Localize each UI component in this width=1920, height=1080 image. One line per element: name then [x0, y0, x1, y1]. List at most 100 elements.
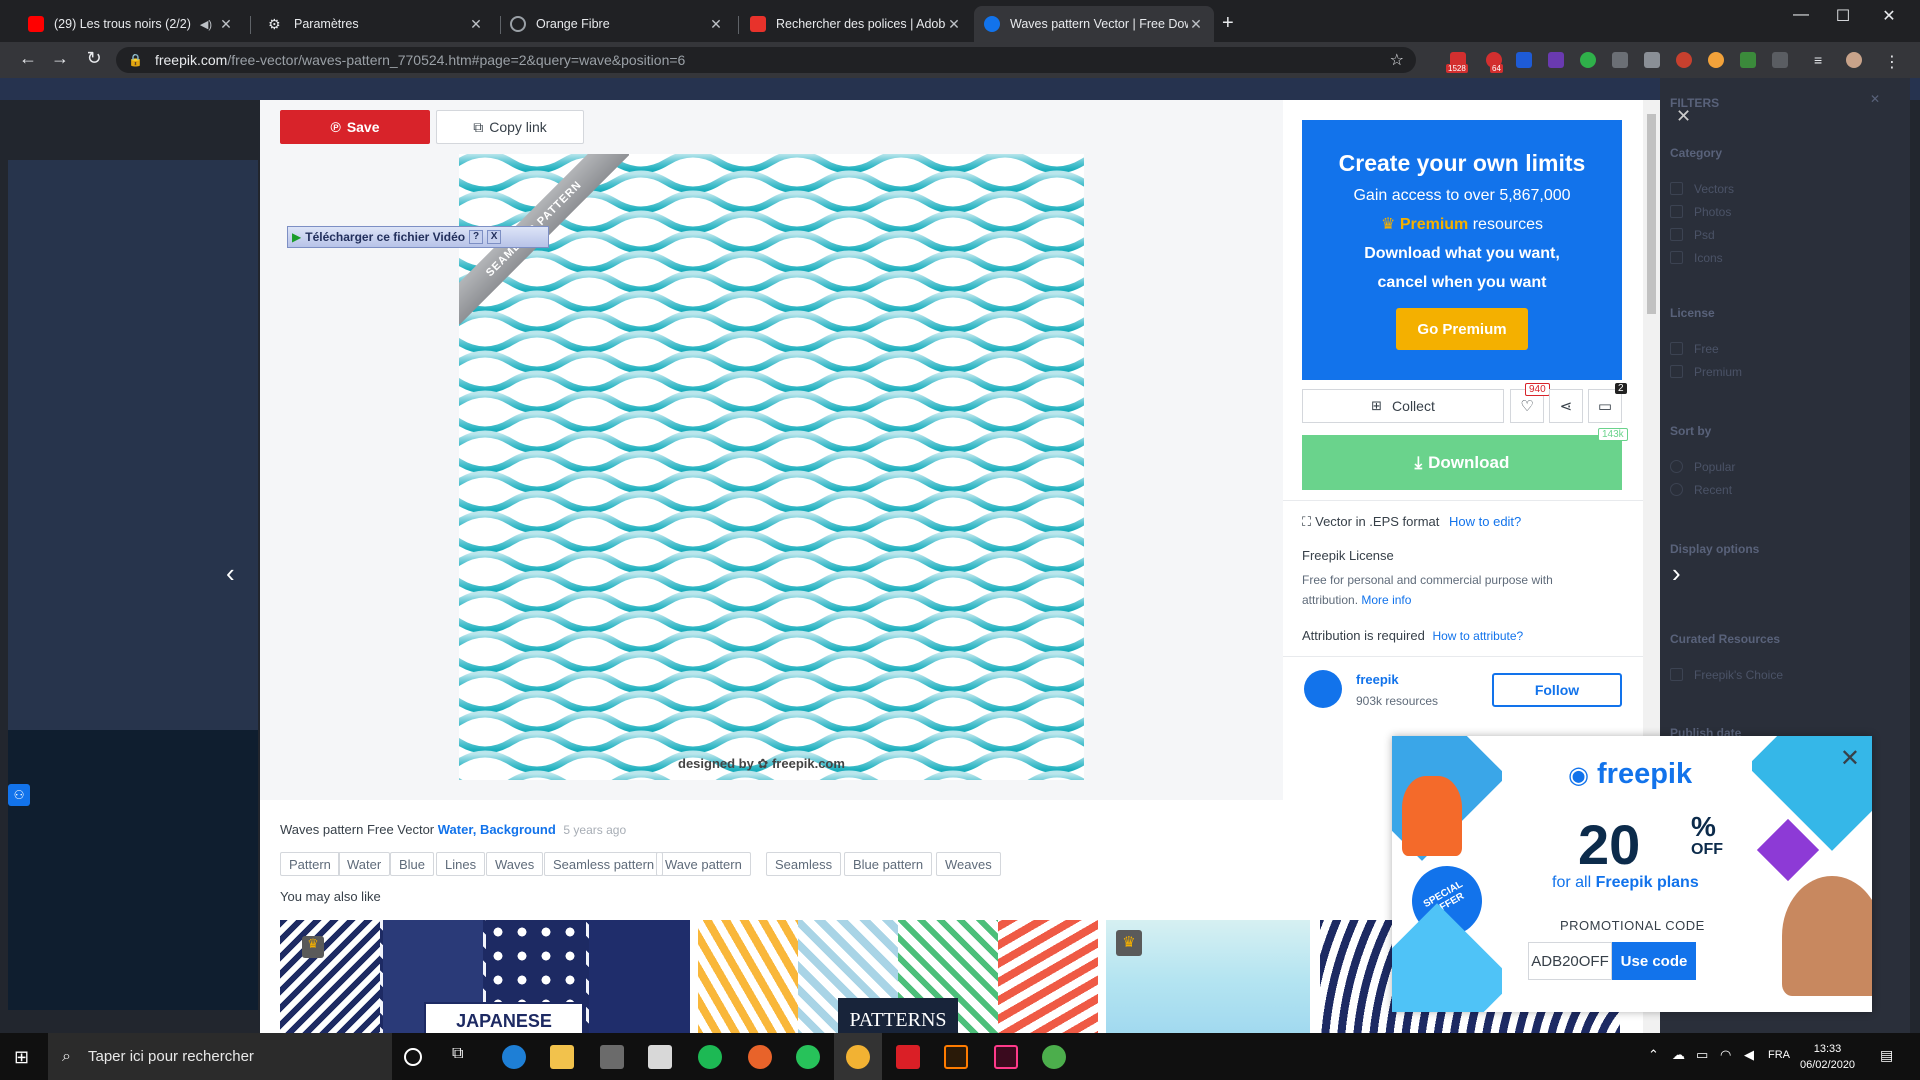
tag[interactable]: Blue pattern	[844, 852, 933, 876]
windows-start-icon[interactable]: ⊞	[14, 1047, 29, 1068]
mail-icon[interactable]	[648, 1045, 672, 1069]
xbox-icon[interactable]	[796, 1045, 820, 1069]
close-button[interactable]: X	[487, 230, 502, 244]
onedrive-icon[interactable]: ☁	[1672, 1047, 1685, 1063]
radio[interactable]	[1670, 460, 1683, 473]
maximize-button[interactable]: ☐	[1820, 6, 1866, 26]
notifications-icon[interactable]: ▤	[1880, 1047, 1893, 1064]
store-icon[interactable]	[600, 1045, 624, 1069]
wifi-icon[interactable]: ◠	[1720, 1047, 1731, 1063]
edge-icon[interactable]	[502, 1045, 526, 1069]
share-button[interactable]: ⋖	[1549, 389, 1583, 423]
tag[interactable]: Water	[338, 852, 391, 876]
next-arrow-icon[interactable]: ›	[1672, 558, 1681, 589]
close-tab-icon[interactable]: ✕	[708, 16, 724, 33]
promo-code-field[interactable]: ADB20OFF	[1528, 942, 1612, 980]
help-button[interactable]: ?	[469, 230, 484, 244]
illustrator-icon[interactable]	[944, 1045, 968, 1069]
checkbox[interactable]	[1670, 251, 1683, 264]
category-link-water[interactable]: Water	[438, 822, 473, 837]
filter-sort-heading[interactable]: Sort by	[1670, 424, 1711, 438]
tag[interactable]: Lines	[436, 852, 486, 876]
radio[interactable]	[1670, 483, 1683, 496]
speed-extension-icon[interactable]	[1740, 52, 1756, 68]
chrome-extension-icon[interactable]	[1708, 52, 1724, 68]
blue-extension-icon[interactable]	[1516, 52, 1532, 68]
chrome-icon[interactable]	[846, 1045, 870, 1069]
more-info-link[interactable]: More info	[1361, 593, 1411, 607]
close-tab-icon[interactable]: ✕	[946, 16, 962, 33]
clock[interactable]: 13:33 06/02/2020	[1800, 1041, 1855, 1073]
related-thumb-patterns[interactable]: PATTERNS	[698, 920, 1098, 1033]
close-tab-icon[interactable]: ✕	[468, 16, 484, 33]
volume-icon[interactable]: ◀	[1744, 1047, 1754, 1063]
previous-arrow-icon[interactable]: ‹	[226, 558, 235, 589]
spotify-icon[interactable]	[698, 1045, 722, 1069]
checkbox[interactable]	[1670, 668, 1683, 681]
filter-license-heading[interactable]: License	[1670, 306, 1715, 320]
back-button[interactable]: ←	[16, 48, 40, 69]
checkbox[interactable]	[1670, 182, 1683, 195]
color-extension-icon[interactable]	[1676, 52, 1692, 68]
checkbox[interactable]	[1670, 342, 1683, 355]
indesign-icon[interactable]	[994, 1045, 1018, 1069]
tab-orange[interactable]: Orange Fibre ✕	[500, 6, 734, 42]
facebook-extension-icon[interactable]	[1644, 52, 1660, 68]
video-download-bar[interactable]: ▶ Télécharger ce fichier Vidéo ? X	[287, 226, 549, 248]
tag[interactable]: Seamless	[766, 852, 842, 876]
how-to-edit-link[interactable]: How to edit?	[1449, 514, 1521, 529]
how-to-attribute-link[interactable]: How to attribute?	[1432, 629, 1523, 643]
minimize-button[interactable]: —	[1778, 6, 1824, 24]
author-avatar[interactable]	[1304, 670, 1342, 708]
battery-icon[interactable]: ▭	[1696, 1047, 1708, 1063]
tab-settings[interactable]: ⚙ Paramètres ✕	[258, 6, 494, 42]
copy-link-button[interactable]: ⧉ Copy link	[436, 110, 584, 144]
close-tab-icon[interactable]: ✕	[1188, 16, 1204, 33]
tab-freepik[interactable]: Waves pattern Vector | Free Dow ✕	[974, 6, 1214, 42]
side-widget-icon[interactable]: ⚇	[8, 784, 30, 806]
filters-close-icon[interactable]: ✕	[1870, 92, 1880, 106]
tab-youtube[interactable]: (29) Les trous noirs (2/2) - 4 ◀) ✕	[18, 6, 244, 42]
comments-button[interactable]: ▭	[1588, 389, 1622, 423]
filter-category-heading[interactable]: Category	[1670, 146, 1722, 160]
audio-icon[interactable]: ◀)	[200, 18, 212, 31]
forward-button[interactable]: →	[48, 48, 72, 69]
taskbar-search[interactable]: ⌕ Taper ici pour rechercher	[48, 1033, 392, 1080]
related-thumb-japanese[interactable]: ♛ JAPANESE	[280, 920, 690, 1033]
use-code-button[interactable]: Use code	[1612, 942, 1696, 980]
tab-adobe-fonts[interactable]: Rechercher des polices | Adobe F ✕	[740, 6, 972, 42]
follow-button[interactable]: Follow	[1492, 673, 1622, 707]
green-extension-icon[interactable]	[1580, 52, 1596, 68]
creative-cloud-icon[interactable]	[896, 1045, 920, 1069]
shield-extension-icon[interactable]	[1612, 52, 1628, 68]
filter-curated-heading[interactable]: Curated Resources	[1670, 632, 1780, 646]
tray-chevron-icon[interactable]: ⌃	[1648, 1047, 1659, 1063]
cortana-icon[interactable]	[404, 1048, 422, 1066]
explorer-icon[interactable]	[550, 1045, 574, 1069]
reload-button[interactable]: ↻	[82, 48, 106, 69]
go-premium-button[interactable]: Go Premium	[1396, 308, 1528, 350]
menu-icon[interactable]: ⋮	[1884, 52, 1900, 71]
filter-display-heading[interactable]: Display options	[1670, 542, 1759, 556]
tag[interactable]: Pattern	[280, 852, 340, 876]
language-indicator[interactable]: FRA	[1768, 1049, 1790, 1061]
author-name[interactable]: freepik	[1356, 672, 1399, 687]
collect-button[interactable]: ⊞ Collect	[1302, 389, 1504, 423]
checkbox[interactable]	[1670, 228, 1683, 241]
p-extension-icon[interactable]	[1548, 52, 1564, 68]
origin-icon[interactable]	[748, 1045, 772, 1069]
tag[interactable]: Blue	[390, 852, 435, 876]
new-tab-button[interactable]: +	[1222, 12, 1234, 35]
checkbox[interactable]	[1670, 205, 1683, 218]
close-tab-icon[interactable]: ✕	[218, 16, 234, 33]
profile-avatar[interactable]	[1846, 52, 1862, 68]
tag[interactable]: Weaves	[936, 852, 1001, 876]
tag[interactable]: Waves	[486, 852, 544, 876]
tag[interactable]: Seamless pattern	[544, 852, 664, 876]
ad-close-icon[interactable]: ✕	[1840, 744, 1860, 773]
scrollbar-thumb[interactable]	[1647, 114, 1656, 314]
tag[interactable]: Wave pattern	[656, 852, 751, 876]
category-link-background[interactable]: Background	[480, 822, 556, 837]
save-button[interactable]: ℗ Save	[280, 110, 430, 144]
media-icon[interactable]: ≡	[1814, 52, 1830, 68]
